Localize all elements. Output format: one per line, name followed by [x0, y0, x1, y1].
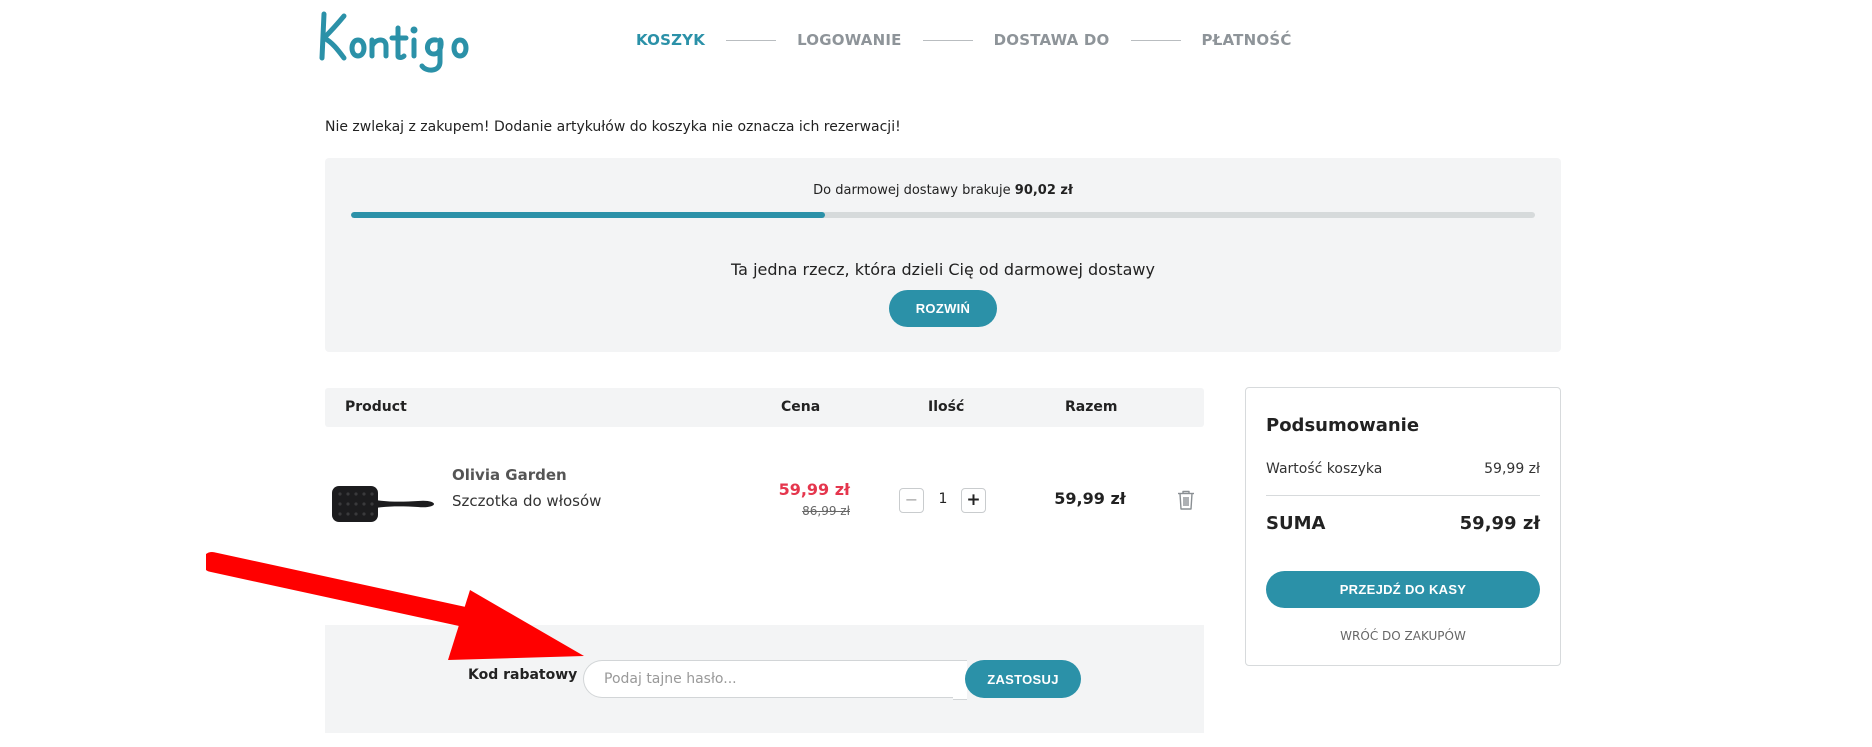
step-login[interactable]: LOGOWANIE — [797, 31, 902, 49]
kontigo-logo[interactable] — [314, 6, 474, 76]
cart-value-label: Wartość koszyka — [1266, 461, 1383, 477]
discount-panel: Kod rabatowy ZASTOSUJ — [325, 625, 1204, 733]
header-total: Razem — [1065, 399, 1118, 415]
free-shipping-prefix: Do darmowej dostawy brakuje — [813, 183, 1011, 198]
upsell-text: Ta jedna rzecz, która dzieli Cię od darm… — [731, 260, 1155, 279]
total-value: 59,99 zł — [1459, 513, 1540, 534]
price-current: 59,99 zł — [778, 480, 850, 499]
expand-button[interactable]: ROZWIŃ — [889, 290, 997, 327]
header-product: Product — [345, 399, 407, 415]
discount-label: Kod rabatowy — [468, 667, 578, 683]
header-price: Cena — [781, 399, 821, 415]
product-name[interactable]: Szczotka do włosów — [452, 492, 601, 510]
checkout-steps: KOSZYK LOGOWANIE DOSTAWA DO PŁATNOŚĆ — [636, 28, 1292, 52]
discount-input-wrapper — [583, 660, 967, 700]
paddle-brush-icon — [332, 486, 434, 522]
reservation-notice: Nie zwlekaj z zakupem! Dodanie artykułów… — [325, 119, 901, 135]
qty-increase-button[interactable]: + — [961, 488, 986, 513]
free-shipping-amount: 90,02 zł — [1014, 183, 1073, 198]
step-cart[interactable]: KOSZYK — [636, 31, 705, 49]
step-delivery[interactable]: DOSTAWA DO — [994, 31, 1110, 49]
summary-divider — [1266, 495, 1540, 496]
qty-decrease-button[interactable]: − — [899, 488, 924, 513]
price-original: 86,99 zł — [802, 504, 850, 518]
free-shipping-text: Do darmowej dostawy brakuje 90,02 zł — [325, 183, 1561, 198]
cart-table-header: Product Cena Ilość Razem — [325, 388, 1204, 427]
product-brand[interactable]: Olivia Garden — [452, 466, 567, 484]
total-label: SUMA — [1266, 513, 1326, 534]
total-row: SUMA 59,99 zł — [1266, 513, 1540, 534]
remove-item-button[interactable] — [1176, 489, 1196, 511]
cart-value: 59,99 zł — [1484, 461, 1540, 477]
step-divider — [922, 39, 973, 41]
discount-code-input[interactable] — [584, 661, 955, 697]
trash-icon — [1178, 490, 1194, 510]
order-summary: Podsumowanie Wartość koszyka 59,99 zł SU… — [1245, 387, 1561, 666]
qty-value: 1 — [938, 491, 948, 507]
row-total: 59,99 zł — [1054, 489, 1126, 508]
header-qty: Ilość — [928, 399, 965, 415]
apply-discount-button[interactable]: ZASTOSUJ — [965, 660, 1081, 698]
checkout-button[interactable]: PRZEJDŹ DO KASY — [1266, 571, 1540, 608]
step-payment[interactable]: PŁATNOŚĆ — [1202, 31, 1292, 49]
free-shipping-progress-bar — [351, 212, 1535, 218]
logo-wordmark-icon — [319, 11, 469, 73]
product-image[interactable] — [330, 484, 436, 524]
progress-fill — [351, 212, 825, 218]
summary-title: Podsumowanie — [1266, 415, 1420, 436]
step-divider — [1130, 39, 1181, 41]
free-shipping-panel: Do darmowej dostawy brakuje 90,02 zł Ta … — [325, 158, 1561, 352]
continue-shopping-link[interactable]: WRÓĆ DO ZAKUPÓW — [1246, 629, 1560, 643]
cart-value-row: Wartość koszyka 59,99 zł — [1266, 461, 1540, 477]
step-divider — [726, 39, 777, 41]
